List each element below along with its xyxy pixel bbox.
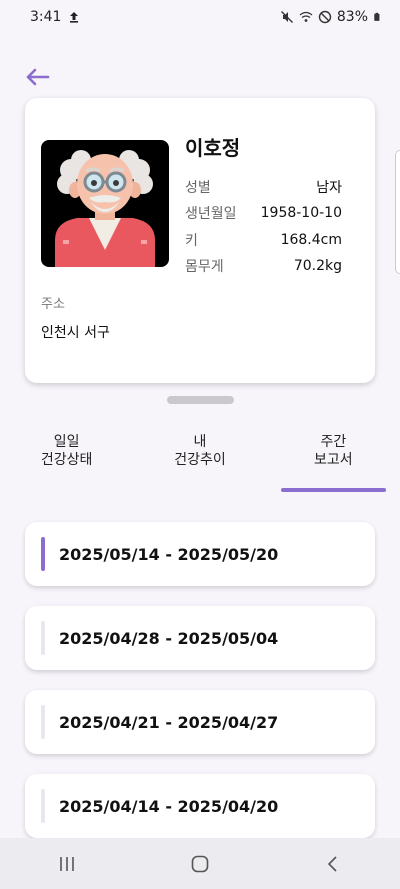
report-indicator: [41, 537, 45, 571]
tab-daily-health[interactable]: 일일 건강상태: [0, 418, 133, 492]
arrow-left-icon: [26, 68, 50, 86]
tab-daily-health-line2: 건강상태: [40, 452, 93, 468]
tab-daily-health-line1: 일일: [53, 434, 80, 450]
profile-name: 이호정: [185, 136, 241, 160]
info-row-gender: 성별 남자: [185, 176, 342, 198]
info-row-height: 키 168.4cm: [185, 229, 342, 251]
back-button[interactable]: [22, 62, 52, 92]
birthdate-label: 생년월일: [185, 206, 237, 222]
recent-apps-button[interactable]: [47, 844, 87, 884]
tab-health-trend-line1: 내: [193, 434, 207, 450]
info-row-weight: 몸무게 70.2kg: [185, 255, 342, 277]
home-icon: [191, 855, 209, 872]
recent-apps-icon: [59, 856, 74, 871]
battery-percent: 83%: [336, 9, 368, 25]
report-item[interactable]: 2025/04/28 - 2025/05/04: [25, 606, 375, 670]
report-indicator: [41, 789, 45, 823]
battery-icon: [374, 12, 380, 21]
gender-value: 남자: [316, 180, 342, 196]
tab-health-trend-line2: 건강추이: [174, 452, 226, 468]
status-right: 83%: [280, 9, 382, 25]
report-indicator: [41, 705, 45, 739]
report-item[interactable]: 2025/05/14 - 2025/05/20: [25, 522, 375, 586]
elderly-man-avatar-icon: [55, 150, 155, 267]
profile-card: 이호정 성별 남자 생년월일 1958-10-10 키 168.4cm 몸무게 …: [25, 98, 375, 383]
height-value: 168.4cm: [280, 232, 342, 248]
avatar: [41, 140, 169, 267]
report-item[interactable]: 2025/04/21 - 2025/04/27: [25, 690, 375, 754]
drag-handle[interactable]: [167, 396, 234, 404]
status-bar: 3:41 83%: [0, 0, 400, 34]
chevron-left-icon: [328, 855, 337, 872]
report-label: 2025/04/14 - 2025/04/20: [59, 796, 279, 816]
weight-label: 몸무게: [185, 259, 224, 275]
mute-icon: [280, 11, 293, 23]
report-item[interactable]: 2025/04/14 - 2025/04/20: [25, 774, 375, 838]
tab-weekly-report-line2: 보고서: [314, 452, 353, 468]
weight-value: 70.2kg: [293, 258, 342, 274]
system-back-button[interactable]: [313, 844, 353, 884]
status-left: 3:41: [30, 9, 81, 25]
tab-weekly-report[interactable]: 주간 보고서: [267, 418, 400, 492]
status-time: 3:41: [30, 9, 62, 25]
tab-bar: 일일 건강상태 내 건강추이 주간 보고서: [0, 418, 400, 492]
do-not-disturb-icon: [318, 10, 332, 24]
tab-weekly-report-line1: 주간: [320, 434, 347, 450]
address-label: 주소: [41, 297, 65, 312]
next-card-peek[interactable]: [395, 150, 400, 274]
report-label: 2025/05/14 - 2025/05/20: [59, 544, 279, 564]
tab-health-trend[interactable]: 내 건강추이: [133, 418, 266, 492]
info-row-birthdate: 생년월일 1958-10-10: [185, 202, 342, 224]
system-nav-bar: [0, 838, 400, 889]
address-value: 인천시 서구: [41, 325, 110, 341]
wifi-icon: [299, 11, 313, 22]
birthdate-value: 1958-10-10: [260, 205, 342, 221]
report-label: 2025/04/28 - 2025/05/04: [59, 628, 279, 648]
upload-icon: [70, 12, 79, 23]
report-label: 2025/04/21 - 2025/04/27: [59, 712, 279, 732]
height-label: 키: [185, 233, 198, 249]
home-button[interactable]: [180, 844, 220, 884]
gender-label: 성별: [185, 180, 211, 196]
report-indicator: [41, 621, 45, 655]
